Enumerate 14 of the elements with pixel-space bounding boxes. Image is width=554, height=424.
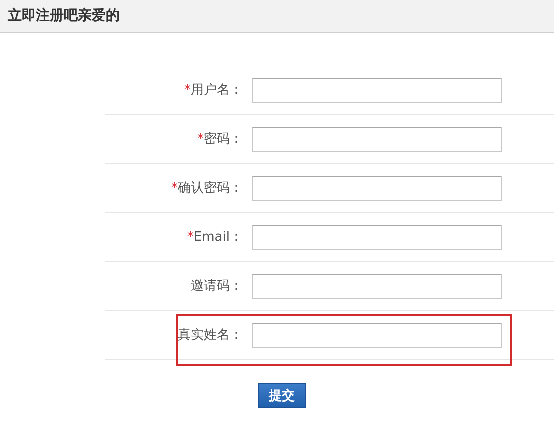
page-title: 立即注册吧亲爱的 xyxy=(8,7,120,25)
field-label: *密码： xyxy=(196,131,243,148)
input-field[interactable] xyxy=(252,78,502,102)
input-field[interactable] xyxy=(252,274,502,298)
input-field[interactable] xyxy=(252,176,502,200)
field-label: *用户名： xyxy=(184,82,243,99)
submit-button[interactable]: 提交 xyxy=(258,383,306,408)
input-field[interactable] xyxy=(252,224,502,250)
input-field[interactable] xyxy=(252,322,502,348)
field-label: 真实姓名： xyxy=(177,327,243,344)
field-label: *确认密码： xyxy=(170,180,243,197)
field-label: 邀请码： xyxy=(190,278,243,295)
input-field[interactable] xyxy=(252,126,502,152)
field-label: *Email： xyxy=(186,229,243,246)
